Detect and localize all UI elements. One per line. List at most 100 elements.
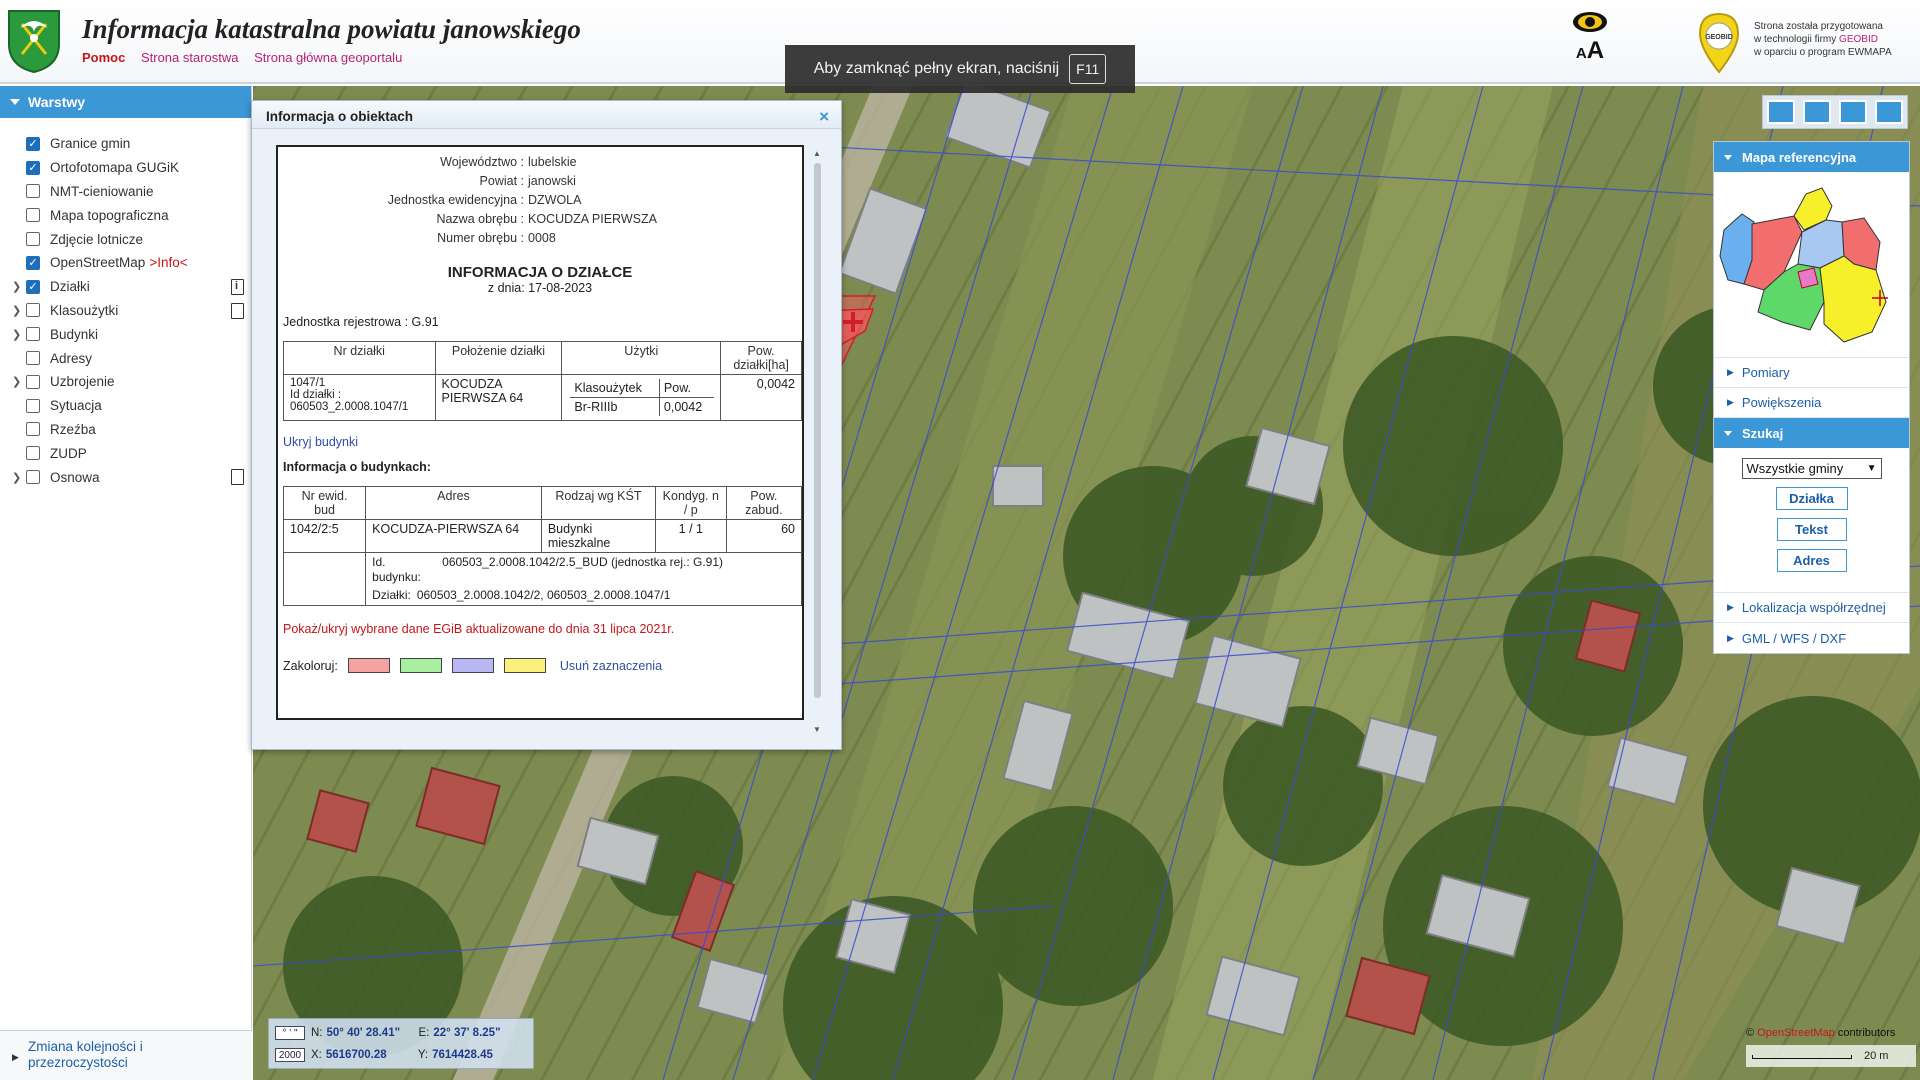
layer-item[interactable]: Zdjęcie lotnicze xyxy=(0,227,251,251)
gmina-select[interactable]: Wszystkie gminy ▼ xyxy=(1741,458,1882,479)
reference-map-header[interactable]: Mapa referencyjna xyxy=(1714,142,1909,172)
geoportal-home-link[interactable]: Strona główna geoportalu xyxy=(254,50,402,65)
layer-checkbox[interactable]: ✓ xyxy=(26,255,40,270)
crs-button[interactable]: 2000 xyxy=(275,1048,305,1062)
layer-item[interactable]: Adresy xyxy=(0,346,251,370)
help-link[interactable]: Pomoc xyxy=(82,50,125,65)
layer-checkbox[interactable] xyxy=(26,232,40,247)
layers-panel-header[interactable]: Warstwy xyxy=(0,86,251,118)
ref-current-view xyxy=(1797,267,1819,289)
export-icon[interactable] xyxy=(1839,100,1867,124)
geobid-note-line: Strona została przygotowana xyxy=(1754,21,1883,32)
expand-arrow-icon[interactable]: ❯ xyxy=(12,328,26,341)
chevron-down-icon: ▼ xyxy=(1866,463,1877,474)
object-info-window[interactable]: Informacja o obiektach × Województwo : lu… xyxy=(251,100,842,750)
panel-toggle-icon[interactable] xyxy=(1875,100,1903,124)
expand-arrow-icon[interactable]: ❯ xyxy=(12,375,26,388)
gml-wfs-dxf-item[interactable]: ▶ GML / WFS / DXF xyxy=(1714,623,1909,653)
layer-label: Budynki xyxy=(50,326,99,342)
layer-checkbox[interactable] xyxy=(26,303,40,318)
info-window-title[interactable]: Informacja o obiektach xyxy=(252,101,841,129)
geobid-logo-text: GEOBID xyxy=(1705,34,1733,41)
font-size-toggle[interactable]: AA xyxy=(1568,37,1612,65)
osm-info-link[interactable]: >Info< xyxy=(149,255,187,270)
col-header: Kondyg. n / p xyxy=(654,486,727,520)
layer-item[interactable]: ✓ Ortofotomapa GUGiK xyxy=(0,156,251,180)
color-swatch-red[interactable] xyxy=(347,658,390,673)
scrollbar-thumb[interactable] xyxy=(814,163,821,698)
osm-link[interactable]: OpenStreetMap xyxy=(1757,1027,1835,1039)
layout-split-icon[interactable] xyxy=(1803,100,1831,124)
accessibility-controls[interactable]: AA xyxy=(1568,10,1612,72)
coordinate-location-item[interactable]: ▶ Lokalizacja współrzędnej xyxy=(1714,593,1909,623)
layer-checkbox[interactable] xyxy=(26,470,40,485)
doc-icon[interactable] xyxy=(231,302,244,319)
arrow-right-icon: ▶ xyxy=(1727,602,1734,612)
layer-item[interactable]: NMT-cieniowanie xyxy=(0,180,251,204)
layer-item[interactable]: ❯ Osnowa xyxy=(0,465,251,489)
info-scrollbar[interactable]: ▲ ▼ xyxy=(812,149,823,734)
layer-order-link[interactable]: ▶ Zmiana kolejności i przezroczystości xyxy=(0,1030,252,1080)
layer-item[interactable]: ✓ OpenStreetMap >Info< xyxy=(0,251,251,275)
layer-checkbox[interactable] xyxy=(26,184,40,199)
meta-value: lubelskie xyxy=(528,155,577,169)
land-use-table: Klasoużytek Pow. Br-RIIIb 0,0042 xyxy=(570,379,715,416)
search-text-button[interactable]: Tekst xyxy=(1776,518,1847,541)
layer-checkbox[interactable] xyxy=(26,422,40,437)
layer-item[interactable]: ZUDP xyxy=(0,441,251,465)
layer-checkbox[interactable] xyxy=(26,446,40,461)
layer-checkbox[interactable] xyxy=(26,208,40,223)
meta-value: 0008 xyxy=(528,231,556,245)
dms-format-button[interactable]: ° ' " xyxy=(275,1026,305,1040)
color-swatch-green[interactable] xyxy=(399,658,442,673)
county-crest-logo xyxy=(8,10,60,74)
search-address-button[interactable]: Adres xyxy=(1776,549,1847,572)
hide-buildings-link[interactable]: Ukryj budynki xyxy=(283,435,797,449)
map-toolbar xyxy=(1762,95,1908,129)
layer-checkbox[interactable]: ✓ xyxy=(26,160,40,175)
building-address: KOCUDZA-PIERWSZA 64 xyxy=(365,519,542,553)
color-swatch-blue[interactable] xyxy=(451,658,494,673)
info-content: Województwo : lubelskie Powiat : janowski Je… xyxy=(276,145,804,720)
layer-checkbox[interactable] xyxy=(26,327,40,342)
layer-label: Adresy xyxy=(50,350,93,366)
layer-checkbox[interactable] xyxy=(26,398,40,413)
color-swatch-yellow[interactable] xyxy=(503,658,546,673)
clear-selection-link[interactable]: Usuń zaznaczenia xyxy=(560,659,662,673)
scroll-up-icon[interactable]: ▲ xyxy=(813,149,821,158)
layout-full-icon[interactable] xyxy=(1767,100,1795,124)
measurements-item[interactable]: ▶ Pomiary xyxy=(1714,358,1909,388)
layer-checkbox[interactable]: ✓ xyxy=(26,279,40,294)
layer-item[interactable]: ❯ Uzbrojenie xyxy=(0,370,251,394)
search-parcel-button[interactable]: Działka xyxy=(1775,487,1848,510)
expand-arrow-icon[interactable]: ❯ xyxy=(12,280,26,293)
layer-item[interactable]: ✓ Granice gmin xyxy=(0,132,251,156)
land-use-header: Klasoużytek xyxy=(570,379,660,398)
zoom-item[interactable]: ▶ Powiększenia xyxy=(1714,388,1909,418)
geobid-link[interactable]: GEOBID xyxy=(1839,34,1878,45)
info-doc-icon[interactable] xyxy=(231,278,244,295)
egib-toggle-link[interactable]: Pokaż/ukryj wybrane dane EGiB aktualizow… xyxy=(283,622,797,636)
high-contrast-eye-icon[interactable] xyxy=(1571,10,1609,34)
search-header[interactable]: Szukaj xyxy=(1714,418,1909,448)
layer-item[interactable]: Sytuacja xyxy=(0,394,251,418)
layer-item[interactable]: Mapa topograficzna xyxy=(0,203,251,227)
layer-item[interactable]: ❯ Budynki xyxy=(0,322,251,346)
geobid-logo[interactable]: GEOBID xyxy=(1698,12,1740,74)
layer-checkbox[interactable] xyxy=(26,351,40,366)
layer-item[interactable]: ❯ Klasoużytki xyxy=(0,299,251,323)
layer-item[interactable]: Rzeźba xyxy=(0,418,251,442)
parcel-area: 0,0042 xyxy=(720,374,802,421)
close-icon[interactable]: × xyxy=(819,107,829,127)
layer-item[interactable]: ❯ ✓ Działki xyxy=(0,275,251,299)
building-type: Budynki mieszkalne xyxy=(540,519,656,553)
scroll-down-icon[interactable]: ▼ xyxy=(813,725,821,734)
expand-arrow-icon[interactable]: ❯ xyxy=(12,471,26,484)
expand-arrow-icon[interactable]: ❯ xyxy=(12,304,26,317)
layer-checkbox[interactable] xyxy=(26,374,40,389)
reference-map[interactable] xyxy=(1714,172,1909,358)
starostwo-link[interactable]: Strona starostwa xyxy=(141,50,239,65)
doc-icon[interactable] xyxy=(231,469,244,486)
layer-checkbox[interactable]: ✓ xyxy=(26,136,40,151)
document-date: z dnia: 17-08-2023 xyxy=(487,281,593,295)
